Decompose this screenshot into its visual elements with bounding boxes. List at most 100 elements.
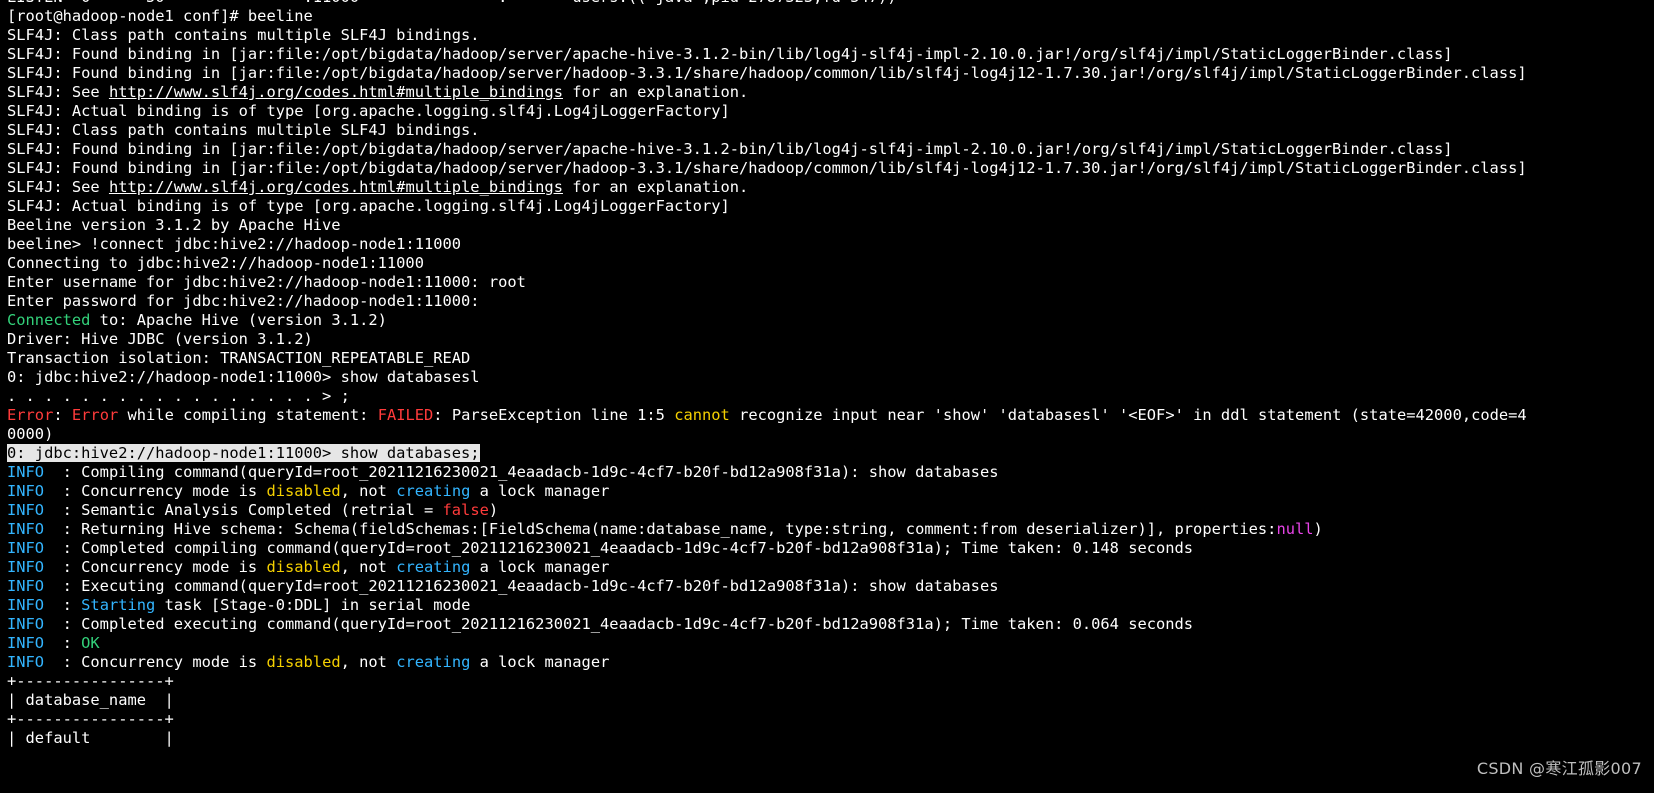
terminal-line: SLF4J: Found binding in [jar:file:/opt/b… — [7, 64, 1653, 83]
terminal-text: SLF4J: Found binding in [jar:file:/opt/b… — [7, 159, 1527, 177]
terminal-text: SLF4J: Found binding in [jar:file:/opt/b… — [7, 140, 1453, 158]
terminal-text: : — [44, 596, 82, 614]
terminal-text: SLF4J: See — [7, 83, 109, 101]
terminal-text: : ParseException line 1:5 — [433, 406, 675, 424]
terminal-line: beeline> !connect jdbc:hive2://hadoop-no… — [7, 235, 1653, 254]
terminal-text: INFO — [7, 634, 45, 652]
terminal-line: Enter password for jdbc:hive2://hadoop-n… — [7, 292, 1653, 311]
terminal-text: for an explanation. — [562, 178, 749, 196]
terminal-text: Connecting to jdbc:hive2://hadoop-node1:… — [7, 254, 424, 272]
terminal-text: : Completed compiling command(queryId=ro… — [44, 539, 1194, 557]
terminal-line: 0000) — [7, 425, 1653, 444]
csdn-watermark: CSDN @寒江孤影007 — [1476, 759, 1642, 778]
terminal-text: creating — [396, 558, 471, 576]
terminal-text: : — [53, 406, 72, 424]
terminal-text: disabled — [266, 558, 341, 576]
terminal-line: INFO : Concurrency mode is disabled, not… — [7, 653, 1653, 672]
terminal-line: 0: jdbc:hive2://hadoop-node1:11000> show… — [7, 368, 1653, 387]
terminal-text: SLF4J: Class path contains multiple SLF4… — [7, 26, 480, 44]
terminal-text: INFO — [7, 558, 45, 576]
terminal-text: +----------------+ — [7, 710, 174, 728]
terminal-text: : — [44, 634, 82, 652]
terminal-text: while compiling statement: — [118, 406, 378, 424]
terminal-text: , not — [340, 653, 397, 671]
terminal-line: SLF4J: Found binding in [jar:file:/opt/b… — [7, 159, 1653, 178]
terminal-line: SLF4J: Found binding in [jar:file:/opt/b… — [7, 140, 1653, 159]
terminal-text: ) — [1313, 520, 1323, 538]
terminal-line: INFO : Concurrency mode is disabled, not… — [7, 482, 1653, 501]
terminal-line: [root@hadoop-node1 conf]# beeline — [7, 7, 1653, 26]
terminal-text: a lock manager — [470, 653, 610, 671]
terminal-text: | database_name | — [7, 691, 174, 709]
terminal-line: | database_name | — [7, 691, 1653, 710]
terminal-text: INFO — [7, 482, 45, 500]
terminal-text: : Returning Hive schema: Schema(fieldSch… — [44, 520, 1277, 538]
terminal-text: 0: jdbc:hive2://hadoop-node1:11000> show… — [7, 368, 480, 386]
terminal-text: +----------------+ — [7, 672, 174, 690]
terminal-text: INFO — [7, 596, 45, 614]
terminal-text: creating — [396, 482, 471, 500]
terminal-text: 0000) — [7, 425, 54, 443]
terminal-text: FAILED — [377, 406, 434, 424]
terminal-text: cannot — [674, 406, 730, 424]
terminal-text: Error — [71, 406, 119, 424]
terminal-line: INFO : Semantic Analysis Completed (retr… — [7, 501, 1653, 520]
terminal-line: Beeline version 3.1.2 by Apache Hive — [7, 216, 1653, 235]
terminal-text: Error — [7, 406, 54, 424]
terminal-text: : Semantic Analysis Completed (retrial = — [44, 501, 443, 519]
terminal-text: a lock manager — [470, 482, 610, 500]
url-link[interactable]: http://www.slf4j.org/codes.html#multiple… — [109, 178, 563, 196]
terminal-text: , not — [340, 558, 397, 576]
terminal-line: INFO : Returning Hive schema: Schema(fie… — [7, 520, 1653, 539]
terminal-line: SLF4J: Actual binding is of type [org.ap… — [7, 102, 1653, 121]
terminal-line: SLF4J: See http://www.slf4j.org/codes.ht… — [7, 83, 1653, 102]
terminal-line: | default | — [7, 729, 1653, 748]
terminal-text: [root@hadoop-node1 conf]# beeline — [7, 7, 313, 25]
terminal-text: OK — [81, 634, 100, 652]
terminal-line: SLF4J: Actual binding is of type [org.ap… — [7, 197, 1653, 216]
terminal-line: Enter username for jdbc:hive2://hadoop-n… — [7, 273, 1653, 292]
terminal-line: INFO : OK — [7, 634, 1653, 653]
terminal-text: SLF4J: Found binding in [jar:file:/opt/b… — [7, 45, 1453, 63]
terminal-line: +----------------+ — [7, 710, 1653, 729]
terminal-text: ) — [488, 501, 499, 519]
terminal-text: SLF4J: Class path contains multiple SLF4… — [7, 121, 480, 139]
terminal-text: false — [442, 501, 489, 519]
terminal-text: a lock manager — [470, 558, 610, 576]
terminal-text: INFO — [7, 501, 45, 519]
terminal-text: INFO — [7, 577, 45, 595]
terminal-text: : Compiling command(queryId=root_2021121… — [44, 463, 999, 481]
terminal-text: INFO — [7, 539, 45, 557]
terminal-text: : Completed executing command(queryId=ro… — [44, 615, 1194, 633]
url-link[interactable]: http://www.slf4j.org/codes.html#multiple… — [109, 83, 563, 101]
terminal-text: for an explanation. — [562, 83, 749, 101]
terminal-text: , not — [340, 482, 397, 500]
terminal-text: SLF4J: See — [7, 178, 109, 196]
terminal-text: : Concurrency mode is — [44, 558, 267, 576]
terminal-text: INFO — [7, 463, 45, 481]
terminal-text: beeline> !connect jdbc:hive2://hadoop-no… — [7, 235, 462, 253]
terminal-text: LISTEN 0 50 *:11000 *:* users:(("java",p… — [7, 0, 897, 6]
terminal-text: disabled — [266, 653, 341, 671]
terminal-line: INFO : Completed executing command(query… — [7, 615, 1653, 634]
terminal-text: Beeline version 3.1.2 by Apache Hive — [7, 216, 341, 234]
terminal-line: SLF4J: Class path contains multiple SLF4… — [7, 121, 1653, 140]
terminal-text: Driver: Hive JDBC (version 3.1.2) — [7, 330, 313, 348]
terminal-text: : Executing command(queryId=root_2021121… — [44, 577, 999, 595]
terminal-output[interactable]: LISTEN 0 50 *:11000 *:* users:(("java",p… — [7, 0, 1653, 748]
terminal-line: . . . . . . . . . . . . . . . . . > ; — [7, 387, 1653, 406]
terminal-text: null — [1276, 520, 1314, 538]
terminal-text: | default | — [7, 729, 174, 747]
terminal-line: INFO : Starting task [Stage-0:DDL] in se… — [7, 596, 1653, 615]
terminal-text: Enter username for jdbc:hive2://hadoop-n… — [7, 273, 526, 291]
terminal-text: Transaction isolation: TRANSACTION_REPEA… — [7, 349, 471, 367]
terminal-text: SLF4J: Actual binding is of type [org.ap… — [7, 102, 730, 120]
terminal-text: : Concurrency mode is — [44, 482, 267, 500]
terminal-line: Connecting to jdbc:hive2://hadoop-node1:… — [7, 254, 1653, 273]
terminal-text: INFO — [7, 653, 45, 671]
terminal-text: Enter password for jdbc:hive2://hadoop-n… — [7, 292, 480, 310]
terminal-text: Connected — [7, 311, 91, 329]
terminal-line: 0: jdbc:hive2://hadoop-node1:11000> show… — [7, 444, 1653, 463]
terminal-text: : Concurrency mode is — [44, 653, 267, 671]
terminal-text: INFO — [7, 520, 45, 538]
